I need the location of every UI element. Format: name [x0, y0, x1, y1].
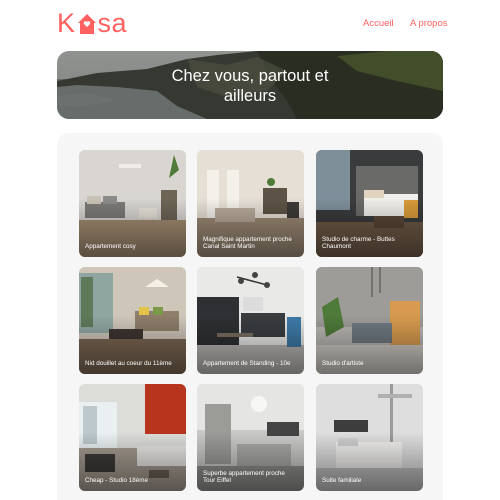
listing-title: Cheap - Studio 18ème: [85, 477, 149, 485]
listing-card[interactable]: Studio de charme - Buttes Chaumont: [316, 150, 423, 257]
listing-card[interactable]: Superbe appartement proche Tour Eiffel: [197, 384, 304, 491]
listing-title: Studio d'artiste: [322, 360, 364, 368]
listing-card[interactable]: Cheap - Studio 18ème: [79, 384, 186, 491]
site-header: K sa Accueil A propos: [0, 0, 500, 48]
kasa-logo[interactable]: K sa: [57, 8, 128, 38]
hero-banner: Chez vous, partout et ailleurs: [57, 51, 443, 119]
listing-title: Studio de charme - Buttes Chaumont: [322, 235, 395, 251]
logo-letters-sa: sa: [97, 8, 128, 38]
listing-card[interactable]: Suite familiale: [316, 384, 423, 491]
listings-gallery: Appartement cosy Magnifique appartement …: [57, 133, 443, 500]
banner-title-line1: Chez vous, partout et: [171, 67, 329, 85]
nav-about-link[interactable]: A propos: [410, 18, 448, 29]
listing-card[interactable]: Magnifique appartement proche Canal Sain…: [197, 150, 304, 257]
banner-title: Chez vous, partout et ailleurs: [57, 66, 443, 106]
listing-title: Superbe appartement proche Tour Eiffel: [203, 469, 285, 485]
listing-card[interactable]: Nid douillet au coeur du 11ème: [79, 267, 186, 374]
listing-card[interactable]: Appartement cosy: [79, 150, 186, 257]
house-icon: [77, 14, 96, 34]
nav-home-link[interactable]: Accueil: [363, 18, 394, 29]
listing-title: Magnifique appartement proche Canal Sain…: [203, 235, 292, 251]
listing-title: Nid douillet au coeur du 11ème: [85, 360, 172, 368]
banner-title-line2: ailleurs: [223, 87, 277, 105]
listing-title: Appartement cosy: [85, 243, 136, 251]
listing-title: Appartement de Standing - 10e: [203, 360, 291, 368]
listing-title: Suite familiale: [322, 477, 362, 485]
listing-card[interactable]: Appartement de Standing - 10e: [197, 267, 304, 374]
logo-letter-k: K: [57, 8, 76, 38]
listing-card[interactable]: Studio d'artiste: [316, 267, 423, 374]
